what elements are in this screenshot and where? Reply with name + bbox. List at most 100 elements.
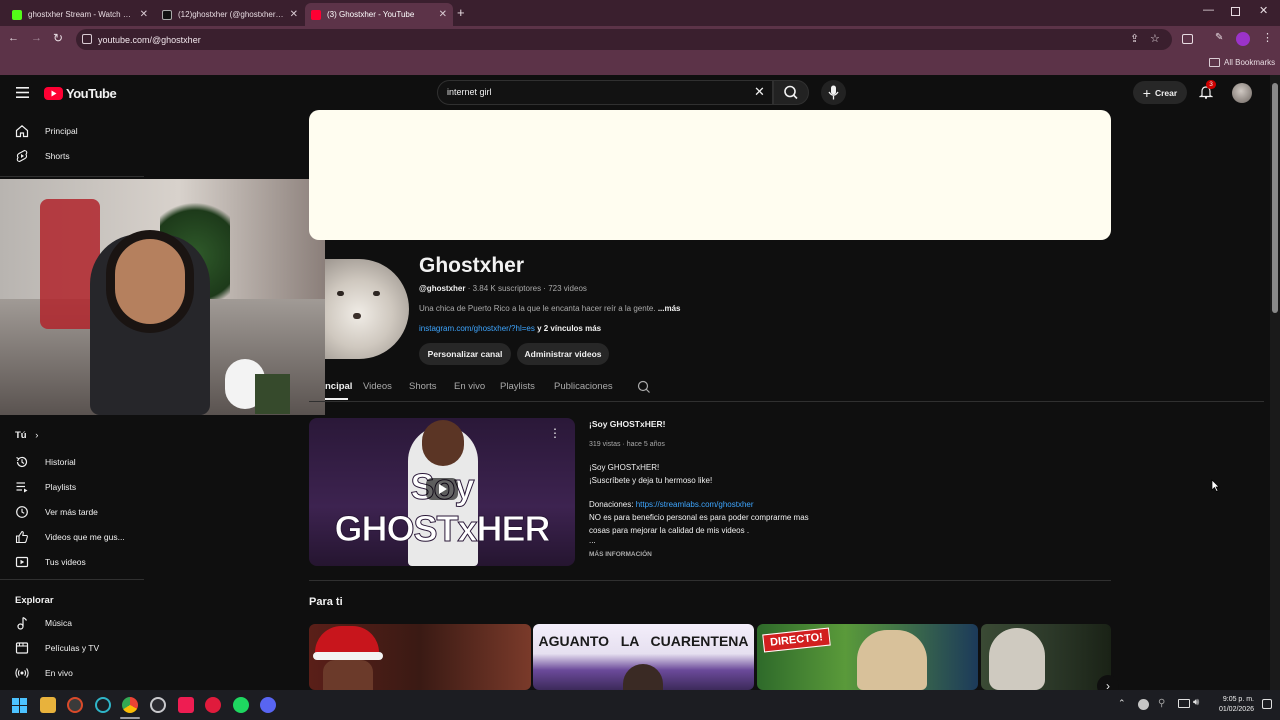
create-label: Crear bbox=[1154, 87, 1178, 98]
all-bookmarks-button[interactable]: All Bookmarks bbox=[1224, 58, 1275, 67]
windows-start-icon[interactable] bbox=[12, 698, 27, 713]
channel-banner bbox=[309, 110, 1111, 240]
tray-chevron-up-icon[interactable]: ⌃ bbox=[1118, 698, 1126, 709]
app-icon[interactable] bbox=[67, 697, 83, 713]
tab-posts[interactable]: Publicaciones bbox=[554, 381, 613, 392]
sidebar-item-label: En vivo bbox=[45, 667, 73, 678]
sidebar-item-historial[interactable]: Historial bbox=[0, 449, 144, 474]
tab-close-icon[interactable]: ✕ bbox=[140, 9, 148, 20]
manage-videos-button[interactable]: Administrar videos bbox=[517, 343, 609, 365]
account-avatar[interactable] bbox=[1232, 83, 1252, 103]
browser-menu-icon[interactable]: ⋮ bbox=[1262, 31, 1273, 44]
tray-app-icon[interactable] bbox=[1138, 699, 1149, 710]
site-info-icon[interactable] bbox=[82, 34, 92, 44]
tab-close-icon[interactable]: ✕ bbox=[439, 9, 447, 20]
channel-search-button[interactable] bbox=[637, 380, 651, 394]
forward-icon[interactable]: → bbox=[31, 32, 42, 44]
create-button[interactable]: + Crear bbox=[1133, 81, 1187, 104]
kick-favicon-icon bbox=[12, 9, 22, 20]
instagram-link[interactable]: instagram.com/ghostxher/?hl=es bbox=[419, 324, 535, 333]
search-input[interactable]: internet girl ✕ bbox=[437, 80, 773, 105]
app-icon[interactable] bbox=[95, 697, 111, 713]
sidebar-item-label: Música bbox=[45, 617, 72, 628]
network-icon[interactable] bbox=[1178, 699, 1190, 708]
browser-tab-kick[interactable]: ghostxher Stream - Watch Live ✕ bbox=[6, 3, 154, 26]
spotify-icon[interactable] bbox=[233, 697, 249, 713]
app-icon[interactable] bbox=[205, 697, 221, 713]
sidebar-item-live[interactable]: En vivo bbox=[0, 660, 144, 685]
tray-mic-icon[interactable]: ⚲ bbox=[1158, 698, 1165, 709]
sidebar-explore-header: Explorar bbox=[15, 595, 54, 606]
for-you-thumbnail[interactable] bbox=[309, 624, 531, 690]
minimize-icon[interactable]: — bbox=[1203, 4, 1214, 16]
customize-channel-button[interactable]: Personalizar canal bbox=[419, 343, 511, 365]
sidebar-you-header[interactable]: Tú › bbox=[15, 430, 38, 441]
for-you-thumbnail[interactable]: AGUANTO LA CUARENTENA bbox=[533, 624, 754, 690]
app-icon[interactable] bbox=[150, 697, 166, 713]
webcam-overlay bbox=[0, 179, 325, 415]
channel-name: Ghostxher bbox=[419, 254, 525, 277]
sidebar-item-movies-tv[interactable]: Películas y TV bbox=[0, 635, 144, 660]
sidebar-item-principal[interactable]: Principal bbox=[0, 118, 144, 143]
back-icon[interactable]: ← bbox=[8, 32, 19, 44]
voice-search-button[interactable] bbox=[821, 80, 846, 105]
discord-icon[interactable] bbox=[260, 697, 276, 713]
channel-description[interactable]: Una chica de Puerto Rico a la que le enc… bbox=[419, 304, 681, 313]
featured-video-thumbnail[interactable]: Soy GHOSTxHER bbox=[309, 418, 575, 566]
clock-icon bbox=[16, 505, 28, 518]
channel-links: instagram.com/ghostxher/?hl=es y 2 víncu… bbox=[419, 324, 601, 333]
tab-videos[interactable]: Videos bbox=[363, 381, 392, 392]
donation-link[interactable]: https://streamlabs.com/ghostxher bbox=[636, 500, 754, 509]
tab-shorts[interactable]: Shorts bbox=[409, 381, 436, 392]
scrollbar-thumb[interactable] bbox=[1272, 83, 1278, 313]
tiktok-icon[interactable] bbox=[178, 697, 194, 713]
for-you-thumbnail[interactable]: DIRECTO! bbox=[757, 624, 978, 690]
featured-video-title[interactable]: ¡Soy GHOSTxHER! bbox=[589, 419, 666, 429]
address-bar[interactable]: youtube.com/@ghostxher ⇪ ☆ bbox=[76, 29, 1172, 50]
chrome-icon[interactable] bbox=[122, 697, 138, 713]
bookmark-star-icon[interactable]: ☆ bbox=[1150, 32, 1160, 45]
file-explorer-icon[interactable] bbox=[40, 697, 56, 713]
more-info-button[interactable]: MÁS INFORMACIÓN bbox=[589, 551, 652, 558]
tab-principal[interactable]: ncipal bbox=[325, 381, 352, 392]
play-button[interactable] bbox=[426, 478, 458, 500]
install-app-icon[interactable]: ⇪ bbox=[1130, 32, 1139, 45]
maximize-icon[interactable] bbox=[1231, 7, 1240, 16]
extensions-icon[interactable]: ✎ bbox=[1215, 32, 1223, 43]
carousel-next-button[interactable]: › bbox=[1097, 675, 1119, 690]
side-panel-icon[interactable] bbox=[1182, 34, 1193, 44]
guide-menu-icon[interactable] bbox=[16, 87, 29, 98]
thumb-face bbox=[323, 660, 373, 690]
clock-date: 01/02/2026 bbox=[1218, 706, 1254, 713]
reload-icon[interactable]: ↻ bbox=[53, 31, 63, 45]
for-you-thumbnail[interactable] bbox=[981, 624, 1111, 690]
search-button[interactable] bbox=[773, 80, 809, 105]
profile-avatar-icon[interactable] bbox=[1236, 32, 1250, 46]
volume-icon[interactable]: 🔊︎ bbox=[1193, 697, 1199, 708]
sidebar-item-watch-later[interactable]: Ver más tarde bbox=[0, 499, 144, 524]
page-scrollbar[interactable] bbox=[1270, 75, 1280, 690]
clear-search-icon[interactable]: ✕ bbox=[754, 84, 765, 100]
video-more-icon[interactable]: ⋮ bbox=[549, 426, 561, 440]
window-close-icon[interactable]: ✕ bbox=[1259, 4, 1268, 17]
description-more-link[interactable]: ...más bbox=[658, 304, 681, 313]
notification-center-icon[interactable] bbox=[1262, 699, 1272, 709]
sidebar-item-shorts[interactable]: Shorts bbox=[0, 143, 144, 168]
sidebar-item-your-videos[interactable]: Tus videos bbox=[0, 549, 144, 574]
youtube-logo[interactable]: YouTube bbox=[44, 86, 117, 101]
sidebar-item-liked-videos[interactable]: Videos que me gus... bbox=[0, 524, 144, 549]
sidebar-item-playlists[interactable]: Playlists bbox=[0, 474, 144, 499]
more-links-button[interactable]: y 2 vínculos más bbox=[537, 324, 601, 333]
sidebar-item-music[interactable]: Música bbox=[0, 610, 144, 635]
folder-icon bbox=[1209, 58, 1220, 67]
browser-tab-tiktok[interactable]: (12)ghostxher (@ghostxher) | TikTok ✕ bbox=[156, 3, 304, 26]
taskbar-clock[interactable]: 9:05 p. m. 01/02/2026 bbox=[1208, 695, 1254, 715]
windows-taskbar: ⌃ ⚲ 🔊︎ 9:05 p. m. 01/02/2026 bbox=[0, 690, 1280, 720]
browser-tab-youtube[interactable]: (3) Ghostxher - YouTube ✕ bbox=[305, 3, 453, 26]
tab-close-icon[interactable]: ✕ bbox=[290, 9, 298, 20]
new-tab-button[interactable]: + bbox=[457, 5, 465, 20]
tab-live[interactable]: En vivo bbox=[454, 381, 485, 392]
channel-avatar[interactable] bbox=[325, 259, 409, 359]
notifications-button[interactable]: 3 bbox=[1199, 80, 1216, 99]
tab-playlists[interactable]: Playlists bbox=[500, 381, 535, 392]
